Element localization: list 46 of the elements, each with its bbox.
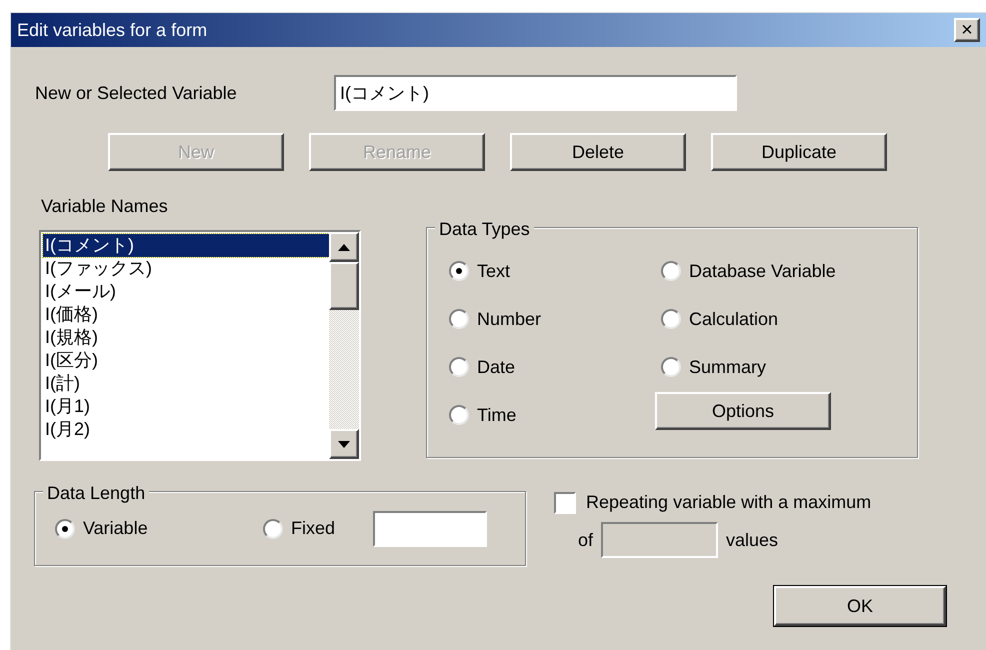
action-button[interactable]: Delete bbox=[510, 133, 686, 171]
list-item[interactable]: I(月1) bbox=[43, 395, 329, 418]
action-button[interactable]: Duplicate bbox=[711, 133, 887, 171]
radio-label: Text bbox=[477, 260, 510, 282]
field-label: New or Selected Variable bbox=[35, 82, 238, 104]
radio-label: Variable bbox=[83, 517, 148, 540]
radio-label: Summary bbox=[689, 356, 766, 379]
field-prefix: of bbox=[578, 528, 594, 552]
window-title: Edit variables for a form bbox=[17, 18, 208, 42]
list-item[interactable]: I(計) bbox=[43, 372, 329, 395]
list-item[interactable]: I(規格) bbox=[43, 326, 329, 349]
radio-button[interactable] bbox=[449, 405, 469, 425]
radio-button[interactable] bbox=[55, 518, 75, 538]
radio-button[interactable] bbox=[661, 357, 681, 377]
radio-label: Fixed bbox=[291, 517, 336, 540]
list-item[interactable]: I(月2) bbox=[43, 418, 329, 441]
scrollbar[interactable] bbox=[329, 232, 359, 459]
list-item[interactable]: I(価格) bbox=[43, 303, 329, 326]
list-item[interactable]: I(コメント) bbox=[43, 234, 329, 257]
radio-button[interactable] bbox=[263, 518, 283, 538]
checkbox-label: Repeating variable with a maximum bbox=[586, 491, 872, 514]
variable-name-field[interactable]: I(コメント) bbox=[334, 75, 737, 111]
scroll-thumb[interactable] bbox=[329, 262, 359, 310]
radio-label: Database Variable bbox=[689, 260, 836, 282]
radio-label: Calculation bbox=[689, 308, 778, 330]
radio-button[interactable] bbox=[449, 357, 469, 377]
radio-button[interactable] bbox=[661, 261, 681, 281]
close-button[interactable]: × bbox=[954, 18, 980, 42]
maximum-field[interactable] bbox=[601, 522, 718, 558]
list-label: Variable Names bbox=[41, 195, 169, 218]
radio-label: Date bbox=[477, 356, 516, 378]
radio-button[interactable] bbox=[449, 261, 469, 281]
fixed-length-field[interactable] bbox=[373, 510, 487, 546]
options-button[interactable]: Options bbox=[655, 392, 831, 430]
list-item[interactable]: I(メール) bbox=[43, 280, 329, 303]
list-item[interactable]: I(ファックス) bbox=[43, 257, 329, 280]
radio-label: Number bbox=[477, 308, 542, 330]
checkbox[interactable] bbox=[554, 492, 576, 514]
ok-button[interactable]: OK bbox=[774, 586, 946, 626]
up-arrow-icon bbox=[338, 244, 350, 250]
down-arrow-icon bbox=[338, 440, 350, 448]
field-suffix: values bbox=[726, 528, 778, 552]
radio-button[interactable] bbox=[449, 309, 469, 329]
radio-label: Time bbox=[477, 404, 516, 426]
radio-button[interactable] bbox=[661, 309, 681, 329]
list-item[interactable]: I(区分) bbox=[43, 349, 329, 372]
